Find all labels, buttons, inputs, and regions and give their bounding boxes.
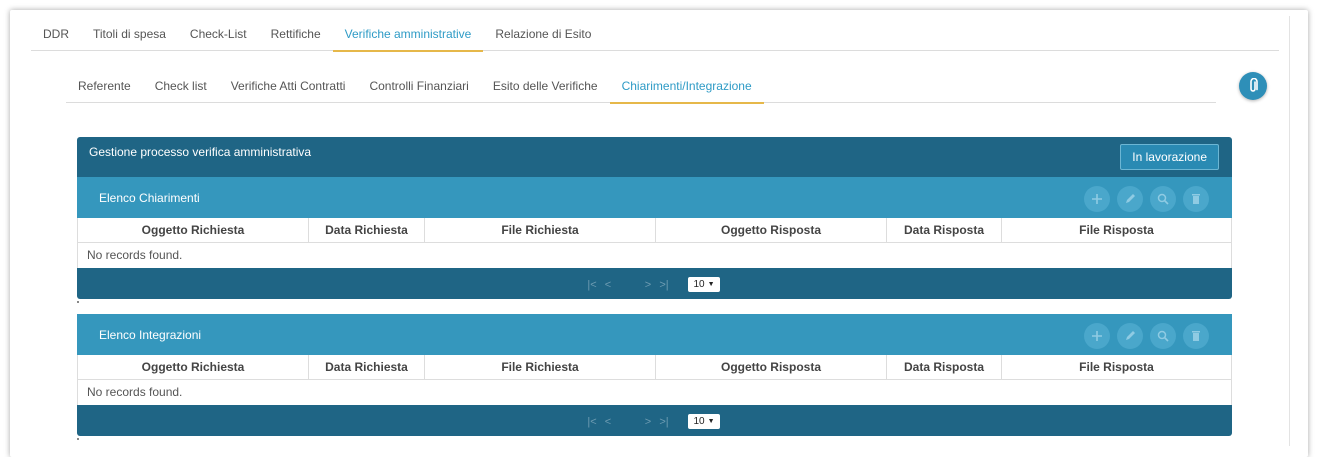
last-page-icon[interactable]: >|: [656, 416, 672, 428]
subtab-referente[interactable]: Referente: [66, 71, 143, 103]
panel-title: Gestione processo verifica amministrativ…: [89, 145, 312, 159]
col-data-richiesta[interactable]: Data Richiesta: [309, 218, 425, 242]
grid-integrazioni: Elenco Integrazioni Oggetto Richiesta Da…: [77, 314, 1232, 436]
pencil-icon: [1126, 331, 1135, 340]
col-file-risposta[interactable]: File Risposta: [1002, 218, 1231, 242]
col-file-richiesta[interactable]: File Richiesta: [425, 218, 656, 242]
subtab-check-list[interactable]: Check list: [143, 71, 219, 103]
edit-button[interactable]: [1117, 186, 1143, 212]
subtab-verifiche-atti-contratti[interactable]: Verifiche Atti Contratti: [219, 71, 358, 103]
col-data-risposta[interactable]: Data Risposta: [887, 218, 1002, 242]
search-button[interactable]: [1150, 186, 1176, 212]
column-headers: Oggetto Richiesta Data Richiesta File Ri…: [77, 218, 1232, 243]
empty-message: No records found.: [77, 243, 1232, 268]
subtab-esito-delle-verifiche[interactable]: Esito delle Verifiche: [481, 71, 610, 103]
grid-toolbar: [1084, 186, 1209, 212]
search-icon: [1157, 193, 1169, 205]
column-headers: Oggetto Richiesta Data Richiesta File Ri…: [77, 355, 1232, 380]
rows-per-page-select[interactable]: 10 ▼: [688, 277, 720, 292]
rows-per-page-value: 10: [693, 279, 705, 290]
tab-titoli-di-spesa[interactable]: Titoli di spesa: [81, 19, 178, 51]
tab-check-list[interactable]: Check-List: [178, 19, 259, 51]
grid-header: Elenco Integrazioni: [77, 314, 1232, 355]
col-data-risposta[interactable]: Data Risposta: [887, 355, 1002, 379]
col-oggetto-richiesta[interactable]: Oggetto Richiesta: [78, 355, 309, 379]
grid-title: Elenco Chiarimenti: [99, 191, 200, 205]
plus-icon: [1092, 194, 1102, 204]
col-oggetto-risposta[interactable]: Oggetto Risposta: [656, 355, 887, 379]
grid-toolbar: [1084, 323, 1209, 349]
paginator: |< < > >| 10 ▼: [77, 405, 1232, 436]
chevron-down-icon: ▼: [707, 418, 715, 425]
col-file-richiesta[interactable]: File Richiesta: [425, 355, 656, 379]
grid-header: Elenco Chiarimenti: [77, 177, 1232, 218]
trash-icon: [1192, 194, 1200, 204]
col-data-richiesta[interactable]: Data Richiesta: [309, 355, 425, 379]
attachments-button[interactable]: [1239, 72, 1267, 100]
edit-button[interactable]: [1117, 323, 1143, 349]
top-tab-bar: DDR Titoli di spesa Check-List Rettifich…: [31, 19, 1279, 52]
pager-controls: |< < > >| 10 ▼: [584, 414, 720, 429]
trash-icon: [1192, 331, 1200, 341]
rows-per-page-value: 10: [693, 416, 705, 427]
add-button[interactable]: [1084, 186, 1110, 212]
grid-chiarimenti: Elenco Chiarimenti Oggetto Richiesta Dat…: [77, 177, 1232, 299]
col-oggetto-richiesta[interactable]: Oggetto Richiesta: [78, 218, 309, 242]
grid-title: Elenco Integrazioni: [99, 328, 202, 342]
panel-header: Gestione processo verifica amministrativ…: [77, 137, 1232, 177]
prev-page-icon[interactable]: <: [600, 416, 616, 428]
next-page-icon[interactable]: >: [640, 416, 656, 428]
pencil-icon: [1126, 194, 1135, 203]
rows-per-page-select[interactable]: 10 ▼: [688, 414, 720, 429]
empty-message: No records found.: [77, 380, 1232, 405]
prev-page-icon[interactable]: <: [600, 279, 616, 291]
delete-button[interactable]: [1183, 186, 1209, 212]
first-page-icon[interactable]: |<: [584, 416, 600, 428]
paperclip-icon: [1250, 78, 1258, 92]
next-page-icon[interactable]: >: [640, 279, 656, 291]
status-button[interactable]: In lavorazione: [1120, 144, 1219, 170]
col-file-risposta[interactable]: File Risposta: [1002, 355, 1231, 379]
last-page-icon[interactable]: >|: [656, 279, 672, 291]
subtab-controlli-finanziari[interactable]: Controlli Finanziari: [357, 71, 480, 103]
tab-ddr[interactable]: DDR: [31, 19, 81, 51]
subtab-chiarimenti-integrazione[interactable]: Chiarimenti/Integrazione: [609, 71, 764, 104]
col-oggetto-risposta[interactable]: Oggetto Risposta: [656, 218, 887, 242]
add-button[interactable]: [1084, 323, 1110, 349]
divider-dot: [77, 438, 79, 440]
vertical-scrollbar[interactable]: [1289, 16, 1295, 446]
tab-relazione-di-esito[interactable]: Relazione di Esito: [483, 19, 603, 51]
sub-tab-bar: Referente Check list Verifiche Atti Cont…: [66, 71, 1216, 104]
chevron-down-icon: ▼: [707, 281, 715, 288]
search-icon: [1157, 330, 1169, 342]
plus-icon: [1092, 331, 1102, 341]
delete-button[interactable]: [1183, 323, 1209, 349]
pager-controls: |< < > >| 10 ▼: [584, 277, 720, 292]
paginator: |< < > >| 10 ▼: [77, 268, 1232, 299]
tab-rettifiche[interactable]: Rettifiche: [259, 19, 333, 51]
divider-dot: [77, 301, 79, 303]
first-page-icon[interactable]: |<: [584, 279, 600, 291]
tab-verifiche-amministrative[interactable]: Verifiche amministrative: [332, 19, 484, 52]
search-button[interactable]: [1150, 323, 1176, 349]
